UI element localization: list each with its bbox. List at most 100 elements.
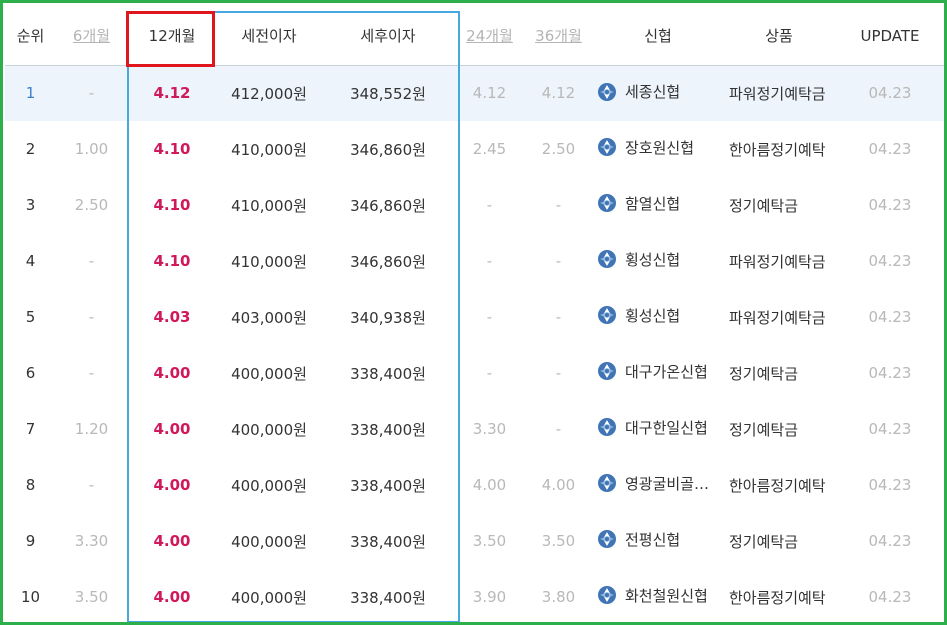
bank-cell[interactable]: 영광굴비골… (593, 457, 723, 513)
bank-name: 대구가온신협 (625, 362, 708, 381)
table-row[interactable]: 10 3.50 4.00 400,000원 338,400원 3.90 3.80 화천철원신협… (5, 569, 944, 622)
table-row[interactable]: 8 - 4.00 400,000원 338,400원 4.00 4.00 영광굴비골… 한아름정… (5, 457, 944, 513)
bank-cell[interactable]: 대구한일신협 (593, 401, 723, 457)
header-12-month[interactable]: 12개월 (127, 7, 217, 66)
header-24-month-sort-link[interactable]: 24개월 (455, 7, 524, 66)
rank-cell: 7 (25, 420, 36, 438)
product-cell[interactable]: 정기예탁금 (723, 345, 835, 401)
bank-name: 영광굴비골… (625, 474, 710, 493)
update-date-cell: 04.23 (868, 532, 912, 550)
rate-36-month-cell: 4.00 (541, 476, 576, 494)
product-cell[interactable]: 파워정기예탁금 (723, 65, 835, 121)
table-row[interactable]: 2 1.00 4.10 410,000원 346,860원 2.45 2.50 장호원신협 한아… (5, 121, 944, 177)
bank-link[interactable]: 전평신협 (593, 529, 680, 550)
product-cell[interactable]: 정기예탁금 (723, 177, 835, 233)
bank-link[interactable]: 횡성신협 (593, 249, 680, 270)
bank-link[interactable]: 화천철원신협 (593, 585, 708, 606)
bank-cell[interactable]: 장호원신협 (593, 121, 723, 177)
product-cell[interactable]: 정기예탁금 (723, 401, 835, 457)
aftertax-interest-cell: 346,860원 (350, 196, 426, 215)
header-update: UPDATE (835, 7, 944, 66)
bank-link[interactable]: 대구가온신협 (593, 361, 708, 382)
rate-6-month-cell: - (56, 65, 127, 121)
update-date-cell: 04.23 (835, 65, 944, 121)
bank-link[interactable]: 횡성신협 (593, 305, 680, 326)
bank-cell[interactable]: 세종신협 (593, 65, 723, 121)
update-date-cell: 04.23 (868, 420, 912, 438)
bank-cell[interactable]: 화천철원신협 (593, 569, 723, 622)
bank-link[interactable]: 영광굴비골… (593, 473, 709, 494)
credit-union-logo-icon (597, 193, 617, 213)
bank-link[interactable]: 장호원신협 (593, 137, 694, 158)
update-date-cell: 04.23 (868, 252, 912, 270)
table-row[interactable]: 1-4.12 412,000원 348,552원 4.12 4.12 세종신협 파워정기예탁… (5, 65, 944, 121)
header-bank: 신협 (593, 7, 723, 66)
product-cell[interactable]: 정기예탁금 (723, 513, 835, 569)
bank-cell[interactable]: 횡성신협 (593, 233, 723, 289)
bank-cell[interactable]: 전평신협 (593, 513, 723, 569)
aftertax-interest-cell: 338,400원 (350, 532, 426, 551)
table-row[interactable]: 7 1.20 4.00 400,000원 338,400원 3.30 - 대구한일신협 정기예탁… (5, 401, 944, 457)
product-cell[interactable]: 한아름정기예탁 (723, 457, 835, 513)
credit-union-logo-icon (597, 361, 617, 381)
credit-union-logo-icon (597, 82, 617, 102)
rank-cell: 10 (20, 588, 41, 606)
rank-cell: 8 (25, 476, 36, 494)
rate-6-month-cell: 1.20 (74, 420, 109, 438)
table-row[interactable]: 5 - 4.03 403,000원 340,938원 - - 횡성신협 파워정기예탁금 04.23 (5, 289, 944, 345)
aftertax-interest-cell: 338,400원 (350, 364, 426, 383)
rank-cell: 9 (25, 532, 36, 550)
aftertax-interest-cell: 338,400원 (350, 476, 426, 495)
table-row[interactable]: 3 2.50 4.10 410,000원 346,860원 - - 함열신협 정기예탁금 04.2… (5, 177, 944, 233)
rate-12-month-cell: 4.00 (153, 364, 191, 382)
bank-name: 횡성신협 (625, 250, 681, 269)
update-date-cell: 04.23 (868, 140, 912, 158)
credit-union-logo-icon (597, 417, 617, 437)
pretax-interest-cell: 410,000원 (231, 196, 307, 215)
header-36-month-sort-link[interactable]: 36개월 (524, 7, 593, 66)
aftertax-interest-cell: 338,400원 (350, 420, 426, 439)
aftertax-interest-cell: 348,552원 (321, 65, 455, 121)
bank-link[interactable]: 세종신협 (593, 81, 680, 102)
bank-link[interactable]: 함열신협 (593, 193, 680, 214)
bank-cell[interactable]: 횡성신협 (593, 289, 723, 345)
rate-12-month-cell: 4.00 (153, 420, 191, 438)
bank-cell[interactable]: 함열신협 (593, 177, 723, 233)
rate-12-month-cell: 4.10 (153, 196, 191, 214)
product-cell[interactable]: 파워정기예탁금 (723, 289, 835, 345)
update-date-cell: 04.23 (868, 364, 912, 382)
table-row[interactable]: 9 3.30 4.00 400,000원 338,400원 3.50 3.50 전평신협 정기예… (5, 513, 944, 569)
table-row[interactable]: 6 - 4.00 400,000원 338,400원 - - 대구가온신협 정기예탁금 04.23 (5, 345, 944, 401)
rate-12-month-cell: 4.00 (153, 476, 191, 494)
rate-24-month-cell: - (486, 308, 493, 326)
pretax-interest-cell: 400,000원 (231, 532, 307, 551)
bank-cell[interactable]: 대구가온신협 (593, 345, 723, 401)
product-cell[interactable]: 파워정기예탁금 (723, 233, 835, 289)
rate-24-month-cell: 4.12 (455, 65, 524, 121)
header-pretax-interest: 세전이자 (217, 7, 321, 66)
rate-12-month-cell: 4.10 (153, 252, 191, 270)
pretax-interest-cell: 410,000원 (231, 140, 307, 159)
pretax-interest-cell: 410,000원 (231, 252, 307, 271)
rank-cell: 4 (25, 252, 36, 270)
rate-6-month-cell: 3.50 (74, 588, 109, 606)
bank-name: 세종신협 (625, 83, 681, 101)
product-cell[interactable]: 한아름정기예탁 (723, 121, 835, 177)
rate-36-month-cell: 2.50 (541, 140, 576, 158)
update-date-cell: 04.23 (868, 308, 912, 326)
rate-6-month-cell: - (88, 252, 95, 270)
credit-union-logo-icon (597, 249, 617, 269)
rate-36-month-cell: - (555, 420, 562, 438)
table-row[interactable]: 4 - 4.10 410,000원 346,860원 - - 횡성신협 파워정기예탁금 04.23 (5, 233, 944, 289)
rank-cell: 2 (25, 140, 36, 158)
bank-link[interactable]: 대구한일신협 (593, 417, 708, 438)
header-product: 상품 (723, 7, 835, 66)
credit-union-logo-icon (597, 137, 617, 157)
deposit-rate-table: 순위 6개월 12개월 세전이자 세후이자 24개월 36개월 신협 상품 UP… (5, 7, 944, 622)
rate-24-month-cell: 4.00 (472, 476, 507, 494)
header-6-month-sort-link[interactable]: 6개월 (56, 7, 127, 66)
product-cell[interactable]: 한아름정기예탁 (723, 569, 835, 622)
credit-union-logo-icon (597, 585, 617, 605)
rate-6-month-cell: 3.30 (74, 532, 109, 550)
aftertax-interest-cell: 338,400원 (350, 588, 426, 607)
